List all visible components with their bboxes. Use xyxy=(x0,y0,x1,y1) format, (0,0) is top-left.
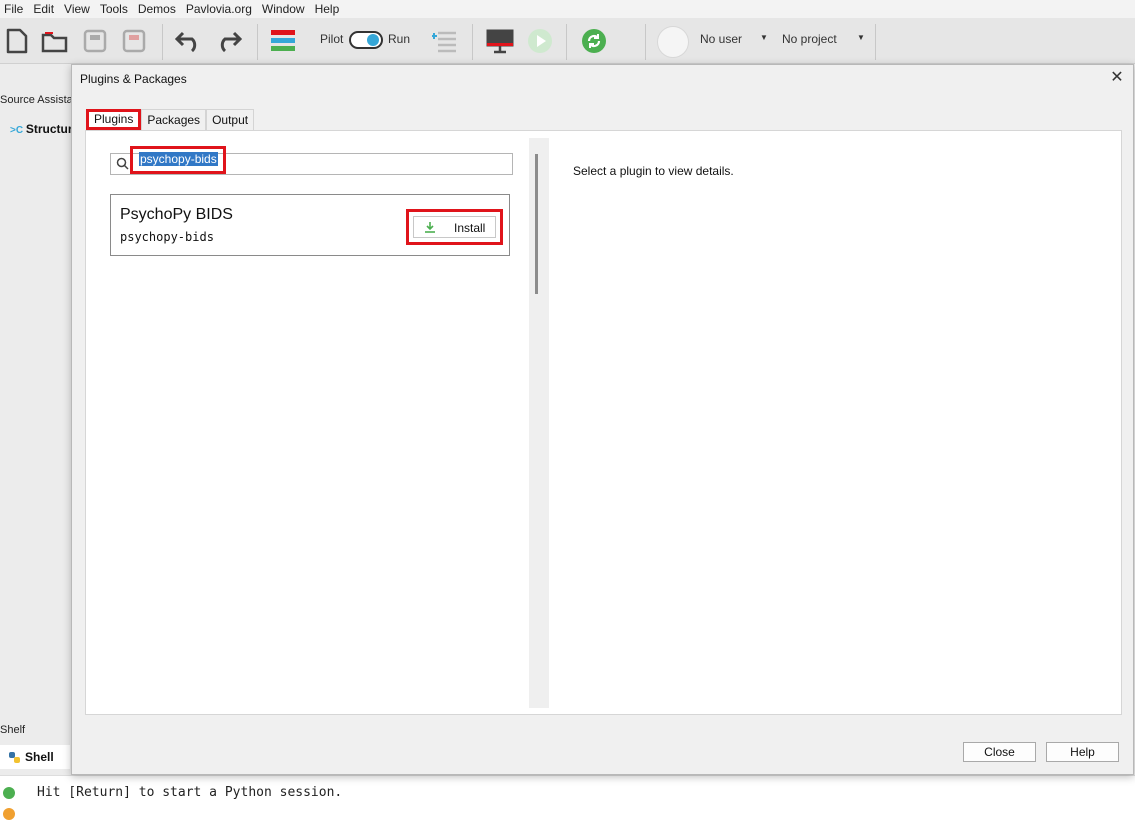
menu-window[interactable]: Window xyxy=(258,0,311,18)
shell-stop-icon[interactable] xyxy=(3,808,15,820)
menu-pavlovia[interactable]: Pavlovia.org xyxy=(182,0,258,18)
shell-tab-label: Shell xyxy=(25,750,54,764)
shell-tab[interactable]: Shell xyxy=(0,745,70,769)
tab-output[interactable]: Output xyxy=(206,109,255,130)
toolbar: Pilot Run No user ▼ No project ▼ xyxy=(0,18,1135,64)
run-icon[interactable] xyxy=(526,26,554,56)
tab-plugins[interactable]: Plugins xyxy=(86,109,142,130)
tab-packages[interactable]: Packages xyxy=(141,109,207,130)
project-selector[interactable]: No project xyxy=(782,32,837,46)
project-dropdown-caret-icon[interactable]: ▼ xyxy=(857,33,865,42)
plugins-tab-panel: psychopy-bids PsychoPy BIDS psychopy-bid… xyxy=(85,130,1122,715)
install-button[interactable]: Install xyxy=(413,216,496,238)
open-folder-icon[interactable] xyxy=(40,26,70,56)
search-highlight: psychopy-bids xyxy=(130,146,226,174)
plugin-package-name: psychopy-bids xyxy=(120,230,214,244)
plugin-name: PsychoPy BIDS xyxy=(120,206,233,223)
search-icon xyxy=(116,157,129,170)
pilot-label: Pilot xyxy=(320,32,344,46)
menu-demos[interactable]: Demos xyxy=(134,0,182,18)
monitor-center-icon[interactable] xyxy=(268,26,298,56)
sync-icon[interactable] xyxy=(580,26,608,56)
dialog-title: Plugins & Packages xyxy=(80,72,187,86)
run-label: Run xyxy=(388,32,411,46)
scrollbar[interactable] xyxy=(535,154,538,294)
help-button[interactable]: Help xyxy=(1046,742,1119,762)
install-label: Install xyxy=(454,221,486,235)
install-highlight: Install xyxy=(406,209,503,245)
monitor-icon[interactable] xyxy=(484,26,516,56)
new-file-icon[interactable] xyxy=(4,26,30,56)
menu-view[interactable]: View xyxy=(60,0,96,18)
panel-splitter[interactable] xyxy=(529,138,549,708)
send-to-runner-icon[interactable] xyxy=(431,26,461,56)
menu-tools[interactable]: Tools xyxy=(96,0,134,18)
plugin-search-input[interactable]: psychopy-bids xyxy=(110,146,513,175)
user-avatar-icon[interactable] xyxy=(657,26,689,58)
close-button[interactable]: Close xyxy=(963,742,1036,762)
user-dropdown-caret-icon[interactable]: ▼ xyxy=(760,33,768,42)
menu-edit[interactable]: Edit xyxy=(29,0,60,18)
python-icon xyxy=(9,751,20,763)
dialog-tabs: Plugins Packages Output xyxy=(86,109,255,130)
menu-help[interactable]: Help xyxy=(311,0,346,18)
source-assistant-tab[interactable]: Source Assista xyxy=(0,94,73,106)
menu-file[interactable]: File xyxy=(0,0,29,18)
undo-icon[interactable] xyxy=(174,26,204,56)
search-value: psychopy-bids xyxy=(139,152,218,166)
user-selector[interactable]: No user xyxy=(700,32,742,46)
pilot-run-toggle[interactable] xyxy=(349,30,383,50)
save-icon[interactable] xyxy=(82,26,108,56)
structure-icon: >C xyxy=(10,125,26,136)
background-panel xyxy=(0,64,72,839)
details-placeholder: Select a plugin to view details. xyxy=(573,164,734,178)
shell-run-icon[interactable] xyxy=(3,787,15,799)
shell-message: Hit [Return] to start a Python session. xyxy=(37,785,343,800)
close-icon[interactable]: ✕ xyxy=(1107,68,1127,88)
menubar: File Edit View Tools Demos Pavlovia.org … xyxy=(0,0,1135,18)
save-as-icon[interactable] xyxy=(121,26,147,56)
download-icon xyxy=(425,222,435,233)
structure-node[interactable]: >C Structur xyxy=(10,122,73,136)
structure-label: Structur xyxy=(25,122,73,136)
plugin-list-item[interactable]: PsychoPy BIDS psychopy-bids Install xyxy=(110,194,510,256)
plugins-packages-dialog: Plugins & Packages ✕ Plugins Packages Ou… xyxy=(71,64,1134,775)
shelf-label: Shelf xyxy=(0,724,26,736)
redo-icon[interactable] xyxy=(213,26,243,56)
